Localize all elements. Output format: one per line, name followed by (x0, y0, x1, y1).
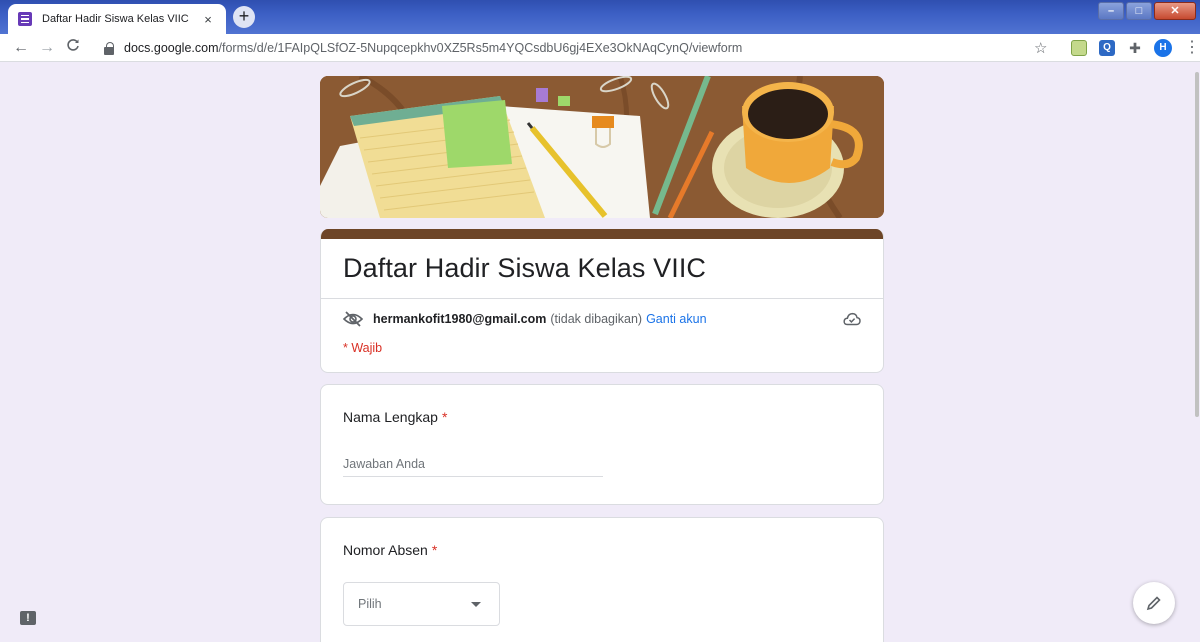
extension-icon[interactable] (1071, 40, 1087, 56)
feedback-icon[interactable]: ! (20, 611, 36, 625)
account-email: hermankofit1980@gmail.com (373, 312, 547, 326)
eye-off-icon (343, 311, 363, 327)
kebab-menu-icon[interactable]: ⋮ (1184, 37, 1200, 57)
required-asterisk: * (441, 409, 448, 425)
scrollbar-thumb[interactable] (1195, 72, 1199, 417)
browser-title-bar: Daftar Hadir Siswa Kelas VIIC × + – □ ✕ (0, 0, 1200, 34)
back-icon[interactable]: ← (8, 39, 34, 57)
form-header-image (320, 76, 884, 218)
url-text[interactable]: docs.google.com/forms/d/e/1FAIpQLSfOZ-5N… (124, 41, 742, 55)
browser-tab[interactable]: Daftar Hadir Siswa Kelas VIIC × (8, 4, 226, 34)
chevron-down-icon (471, 602, 481, 607)
tab-close-icon[interactable]: × (200, 12, 216, 27)
switch-account-link[interactable]: Ganti akun (646, 312, 706, 326)
google-forms-favicon-icon (18, 12, 32, 26)
pencil-icon (1146, 596, 1161, 611)
edit-button[interactable] (1133, 582, 1175, 624)
lock-icon[interactable] (104, 41, 114, 55)
share-note: (tidak dibagikan) (550, 312, 643, 326)
minimize-button[interactable]: – (1098, 2, 1124, 20)
question-title: Nomor Absen * (343, 542, 438, 558)
close-window-button[interactable]: ✕ (1154, 2, 1196, 20)
question-card-number: Nomor Absen * Pilih (320, 517, 884, 642)
dropdown-select[interactable]: Pilih (343, 582, 500, 626)
theme-accent-bar (321, 229, 883, 239)
required-asterisk: * (431, 542, 438, 558)
question-title: Nama Lengkap * (343, 409, 448, 425)
cloud-saved-icon[interactable] (843, 312, 861, 326)
form-title: Daftar Hadir Siswa Kelas VIIC (343, 253, 707, 283)
account-info: hermankofit1980@gmail.com (tidak dibagik… (343, 311, 707, 327)
puzzle-icon[interactable]: ✚ (1127, 40, 1143, 56)
reload-icon[interactable] (60, 38, 86, 57)
tab-title: Daftar Hadir Siswa Kelas VIIC (42, 13, 189, 25)
forward-icon[interactable]: → (34, 39, 60, 57)
address-bar[interactable]: docs.google.com/forms/d/e/1FAIpQLSfOZ-5N… (104, 36, 1059, 60)
maximize-button[interactable]: □ (1126, 2, 1152, 20)
dropdown-value: Pilih (358, 597, 382, 611)
browser-toolbar: ← → docs.google.com/forms/d/e/1FAIpQLSfO… (0, 34, 1200, 62)
divider (321, 298, 883, 299)
bookmark-star-icon[interactable]: ☆ (1034, 39, 1047, 57)
form-title-card: Daftar Hadir Siswa Kelas VIIC hermankofi… (320, 229, 884, 373)
new-tab-button[interactable]: + (233, 6, 255, 28)
question-card-name: Nama Lengkap * Jawaban Anda (320, 384, 884, 505)
profile-avatar[interactable]: H (1154, 39, 1172, 57)
window-controls: – □ ✕ (1098, 2, 1196, 20)
required-note: * Wajib (343, 341, 383, 355)
short-answer-input[interactable]: Jawaban Anda (343, 455, 603, 477)
search-extension-icon[interactable]: Q (1099, 40, 1115, 56)
